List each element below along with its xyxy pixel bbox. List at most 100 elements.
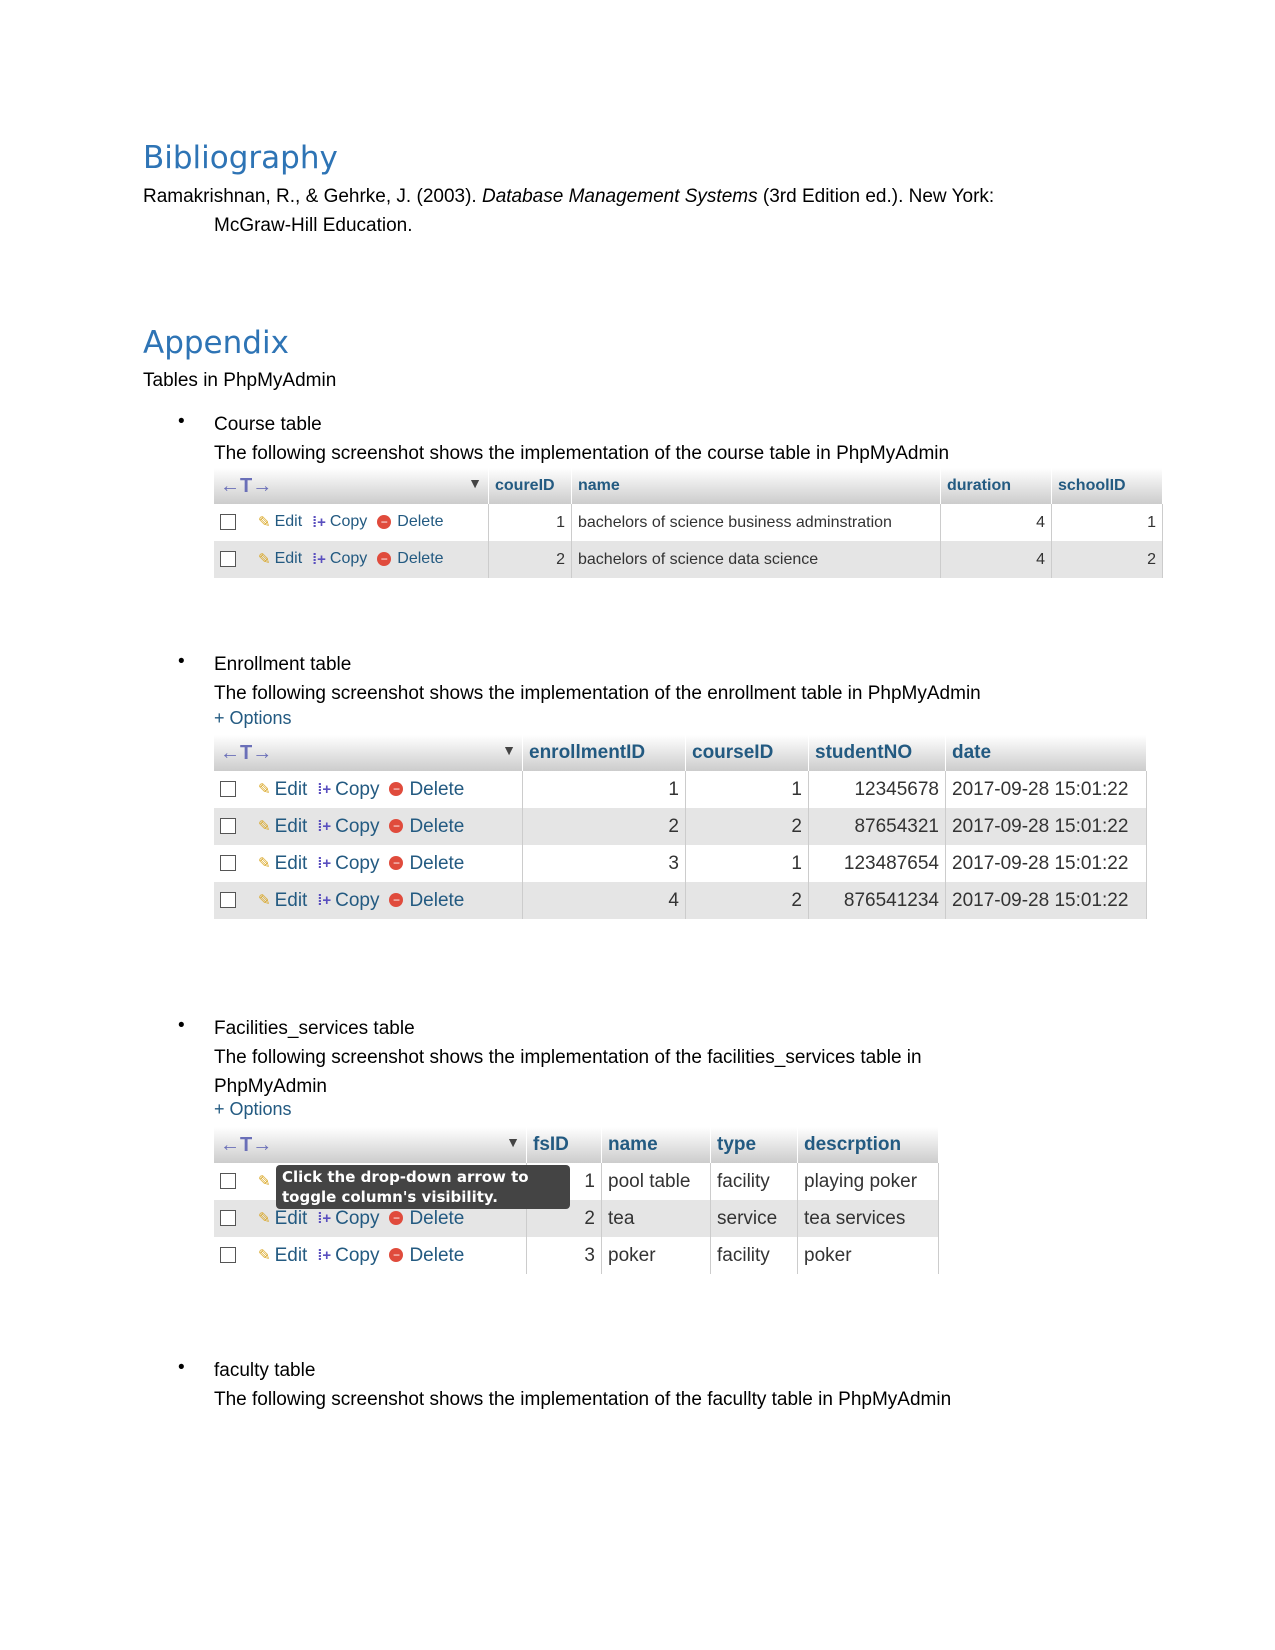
section-description-cont: PhpMyAdmin <box>214 1076 327 1097</box>
column-toggle-header: ←T→ ▼ <box>214 735 523 771</box>
edit-link[interactable]: Edit <box>275 514 303 531</box>
section-title: faculty table <box>214 1360 316 1381</box>
table-cell: 2 <box>522 808 686 845</box>
copy-link[interactable]: Copy <box>335 779 379 800</box>
options-link[interactable]: + Options <box>214 1099 292 1120</box>
delete-icon: − <box>389 819 404 834</box>
column-header[interactable]: enrollmentID <box>522 735 686 771</box>
row-checkbox[interactable] <box>220 1210 236 1227</box>
options-link[interactable]: + Options <box>214 708 292 729</box>
column-header[interactable]: schoolID <box>1051 468 1163 504</box>
copy-link[interactable]: Copy <box>330 551 367 568</box>
table-cell: 3 <box>522 845 686 882</box>
column-header[interactable]: type <box>710 1127 798 1163</box>
table-cell: 2 <box>1051 541 1163 578</box>
delete-link[interactable]: Delete <box>397 551 443 568</box>
bibliography-entry-line2: McGraw-Hill Education. <box>214 215 413 236</box>
row-checkbox[interactable] <box>220 1247 236 1264</box>
table-row: ✎ Edit ⁞+ Copy − Delete 1 bachelors of science … <box>214 504 1163 541</box>
edit-link[interactable]: Edit <box>275 779 308 800</box>
delete-link[interactable]: Delete <box>397 514 443 531</box>
section-title: Facilities_services table <box>214 1018 415 1039</box>
table-cell: 2017-09-28 15:01:22 <box>945 845 1147 882</box>
pencil-icon: ✎ <box>258 1173 271 1191</box>
pencil-icon: ✎ <box>258 855 271 873</box>
copy-icon: ⁞+ <box>317 780 332 798</box>
edit-link[interactable]: Edit <box>275 1245 308 1266</box>
table-cell: 12345678 <box>808 771 946 808</box>
column-header[interactable]: duration <box>940 468 1052 504</box>
edit-link[interactable]: Edit <box>275 853 308 874</box>
row-checkbox[interactable] <box>220 892 236 909</box>
column-header[interactable]: fsID <box>526 1127 602 1163</box>
delete-icon: − <box>389 893 404 908</box>
copy-link[interactable]: Copy <box>330 514 367 531</box>
table-cell: tea services <box>797 1200 939 1237</box>
column-resize-arrows-icon[interactable]: ←T→ <box>220 475 272 497</box>
edit-link[interactable]: Edit <box>275 551 303 568</box>
column-header[interactable]: coureID <box>488 468 572 504</box>
delete-icon: − <box>389 1211 404 1226</box>
bibliography-entry: Ramakrishnan, R., & Gehrke, J. (2003). D… <box>143 186 995 207</box>
copy-link[interactable]: Copy <box>335 1208 379 1229</box>
table-cell: playing poker <box>797 1163 939 1200</box>
table-cell: 4 <box>940 541 1052 578</box>
bibliography-heading: Bibliography <box>143 140 338 176</box>
dropdown-arrow-icon[interactable]: ▼ <box>506 1134 520 1150</box>
column-header[interactable]: name <box>601 1127 711 1163</box>
delete-icon: − <box>377 552 392 567</box>
table-cell: 2017-09-28 15:01:22 <box>945 771 1147 808</box>
copy-link[interactable]: Copy <box>335 890 379 911</box>
row-checkbox[interactable] <box>220 855 236 872</box>
column-resize-arrows-icon[interactable]: ←T→ <box>220 742 272 764</box>
table-cell: 2 <box>685 882 809 919</box>
appendix-heading: Appendix <box>143 325 289 361</box>
row-checkbox[interactable] <box>220 818 236 835</box>
delete-link[interactable]: Delete <box>409 1245 464 1266</box>
phpmyadmin-table: ←T→ ▼ coureID name duration schoolID ✎ Edit ⁞+ C… <box>214 468 1163 578</box>
column-header[interactable]: descrption <box>797 1127 939 1163</box>
row-checkbox[interactable] <box>220 1173 236 1190</box>
column-header[interactable]: courseID <box>685 735 809 771</box>
column-header[interactable]: date <box>945 735 1147 771</box>
delete-link[interactable]: Delete <box>409 816 464 837</box>
table-row: ✎ Edit ⁞+ Copy − Delete 3 poker facility poker <box>214 1237 939 1274</box>
pencil-icon: ✎ <box>258 514 271 532</box>
delete-link[interactable]: Delete <box>409 853 464 874</box>
table-row: ✎ Edit ⁞+ Copy − Delete 3 1 123487654 2017-09-28 … <box>214 845 1147 882</box>
table-cell: 4 <box>940 504 1052 541</box>
delete-icon: − <box>389 782 404 797</box>
column-resize-arrows-icon[interactable]: ←T→ <box>220 1134 272 1156</box>
column-header[interactable]: studentNO <box>808 735 946 771</box>
delete-link[interactable]: Delete <box>409 890 464 911</box>
appendix-subtitle: Tables in PhpMyAdmin <box>143 370 337 391</box>
edit-link[interactable]: Edit <box>275 890 308 911</box>
copy-link[interactable]: Copy <box>335 853 379 874</box>
dropdown-arrow-icon[interactable]: ▼ <box>502 742 516 758</box>
column-toggle-header: ←T→ ▼ <box>214 468 489 504</box>
copy-icon: ⁞+ <box>317 891 332 909</box>
copy-icon: ⁞+ <box>317 817 332 835</box>
table-row: ✎ Edit ⁞+ Copy − Delete 4 2 876541234 2017-09-28 … <box>214 882 1147 919</box>
edit-link[interactable]: Edit <box>275 1208 308 1229</box>
pencil-icon: ✎ <box>258 1247 271 1265</box>
table-cell: facility <box>710 1237 798 1274</box>
dropdown-arrow-icon[interactable]: ▼ <box>468 475 482 491</box>
section-title: Course table <box>214 414 322 435</box>
column-header[interactable]: name <box>571 468 941 504</box>
table-cell: 876541234 <box>808 882 946 919</box>
table-cell: poker <box>601 1237 711 1274</box>
table-cell: facility <box>710 1163 798 1200</box>
row-checkbox[interactable] <box>220 514 236 531</box>
row-checkbox[interactable] <box>220 551 236 568</box>
copy-icon: ⁞+ <box>317 1246 332 1264</box>
pencil-icon: ✎ <box>258 818 271 836</box>
copy-icon: ⁞+ <box>317 1209 332 1227</box>
delete-link[interactable]: Delete <box>409 1208 464 1229</box>
table-cell: pool table <box>601 1163 711 1200</box>
row-checkbox[interactable] <box>220 781 236 798</box>
delete-link[interactable]: Delete <box>409 779 464 800</box>
copy-link[interactable]: Copy <box>335 816 379 837</box>
edit-link[interactable]: Edit <box>275 816 308 837</box>
copy-link[interactable]: Copy <box>335 1245 379 1266</box>
